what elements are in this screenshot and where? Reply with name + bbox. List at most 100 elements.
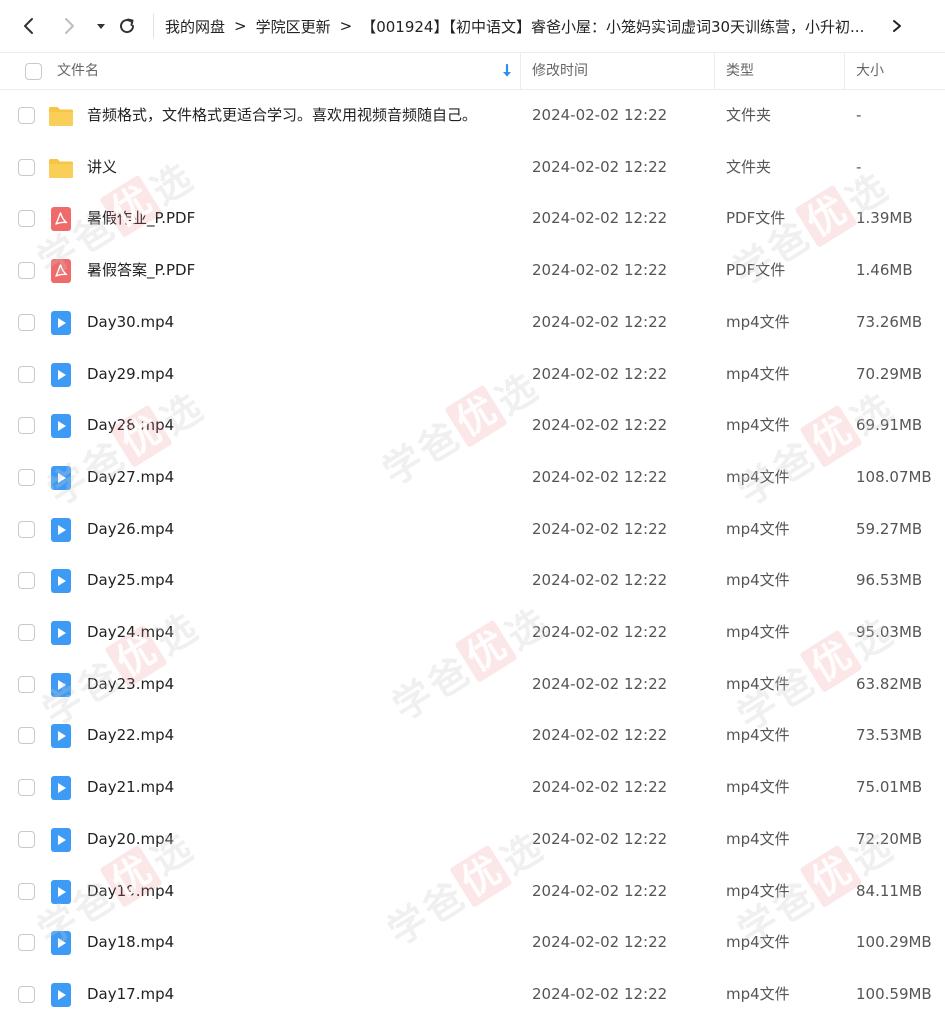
file-modified-date: 2024-02-02 12:22 (532, 209, 668, 228)
row-checkbox[interactable] (18, 727, 35, 745)
file-type: PDF文件 (726, 261, 786, 280)
file-size: 100.59MB (856, 984, 932, 1003)
column-header-modified[interactable]: 修改时间 (532, 53, 588, 89)
row-checkbox[interactable] (18, 675, 35, 693)
file-row[interactable]: Day22.mp4 2024-02-02 12:22 mp4文件 73.53MB (0, 710, 945, 762)
file-name[interactable]: Day28.mp4 (87, 400, 174, 452)
row-checkbox[interactable] (18, 830, 35, 848)
file-row[interactable]: 暑假答案_P.PDF 2024-02-02 12:22 PDF文件 1.46MB (0, 245, 945, 297)
video-icon (51, 982, 71, 1007)
file-row[interactable]: 音频格式，文件格式更适合学习。喜欢用视频音频随自己。 2024-02-02 12:… (0, 90, 945, 142)
column-divider[interactable] (714, 53, 715, 89)
file-row[interactable]: 讲义 2024-02-02 12:22 文件夹 - (0, 142, 945, 194)
file-row[interactable]: Day23.mp4 2024-02-02 12:22 mp4文件 63.82MB (0, 659, 945, 711)
file-type: 文件夹 (726, 106, 772, 124)
file-size: 1.46MB (856, 261, 913, 280)
chevron-right-icon (893, 20, 901, 32)
file-name[interactable]: Day27.mp4 (87, 452, 174, 504)
file-row[interactable]: Day26.mp4 2024-02-02 12:22 mp4文件 59.27MB (0, 504, 945, 556)
file-name[interactable]: 讲义 (87, 142, 117, 194)
file-modified-date: 2024-02-02 12:22 (532, 261, 668, 280)
row-checkbox[interactable] (18, 417, 35, 435)
history-dropdown-button[interactable] (87, 12, 115, 40)
row-checkbox[interactable] (18, 520, 35, 538)
file-row[interactable]: Day24.mp4 2024-02-02 12:22 mp4文件 95.03MB (0, 607, 945, 659)
file-type: mp4文件 (726, 829, 790, 848)
file-type: 文件夹 (726, 157, 772, 176)
row-checkbox[interactable] (18, 468, 35, 486)
chevron-right-icon (65, 18, 74, 34)
back-button[interactable] (15, 12, 43, 40)
file-type: mp4文件 (726, 364, 790, 383)
breadcrumb-more-button[interactable] (885, 14, 909, 38)
refresh-button[interactable] (113, 12, 141, 40)
file-name[interactable]: Day30.mp4 (87, 297, 174, 349)
row-checkbox[interactable] (18, 882, 35, 900)
file-name[interactable]: Day19.mp4 (87, 866, 174, 918)
file-modified-date: 2024-02-02 12:22 (532, 312, 668, 331)
file-size: 96.53MB (856, 571, 923, 590)
file-modified-date: 2024-02-02 12:22 (532, 674, 668, 693)
sort-down-arrow-icon[interactable] (500, 63, 514, 79)
file-name[interactable]: Day21.mp4 (87, 762, 174, 814)
file-name[interactable]: Day25.mp4 (87, 555, 174, 607)
breadcrumb-separator: > (339, 17, 353, 35)
column-header-name[interactable]: 文件名 (57, 53, 99, 89)
row-checkbox[interactable] (18, 107, 35, 124)
row-checkbox[interactable] (18, 365, 35, 383)
breadcrumb-item-current-folder[interactable]: 【001924】【初中语文】睿爸小屋：小笼妈实词虚词30天训练营，小升初... (361, 16, 864, 37)
file-row[interactable]: Day19.mp4 2024-02-02 12:22 mp4文件 84.11MB (0, 866, 945, 918)
file-row[interactable]: Day28.mp4 2024-02-02 12:22 mp4文件 69.91MB (0, 400, 945, 452)
file-row[interactable]: Day25.mp4 2024-02-02 12:22 mp4文件 96.53MB (0, 555, 945, 607)
file-name[interactable]: 音频格式，文件格式更适合学习。喜欢用视频音频随自己。 (87, 90, 477, 142)
file-name[interactable]: Day17.mp4 (87, 969, 174, 1021)
file-name[interactable]: 暑假答案_P.PDF (87, 245, 195, 297)
file-row[interactable]: Day21.mp4 2024-02-02 12:22 mp4文件 75.01MB (0, 762, 945, 814)
column-header-size[interactable]: 大小 (856, 53, 884, 89)
video-icon (51, 672, 71, 697)
breadcrumb-item-my-drive[interactable]: 我的网盘 (165, 16, 225, 37)
file-type: mp4文件 (726, 984, 790, 1003)
file-row[interactable]: Day30.mp4 2024-02-02 12:22 mp4文件 73.26MB (0, 297, 945, 349)
file-type: mp4文件 (726, 778, 790, 797)
file-row[interactable]: Day27.mp4 2024-02-02 12:22 mp4文件 108.07MB (0, 452, 945, 504)
file-name[interactable]: Day23.mp4 (87, 659, 174, 711)
column-divider[interactable] (844, 53, 845, 89)
chevron-left-icon (24, 18, 33, 34)
row-checkbox[interactable] (18, 572, 35, 590)
file-name[interactable]: Day22.mp4 (87, 710, 174, 762)
row-checkbox[interactable] (18, 262, 35, 280)
file-name[interactable]: 暑假作业_P.PDF (87, 193, 195, 245)
file-modified-date: 2024-02-02 12:22 (532, 571, 668, 590)
file-type: mp4文件 (726, 571, 790, 590)
column-header-type[interactable]: 类型 (726, 53, 754, 89)
forward-button[interactable] (55, 12, 83, 40)
file-name[interactable]: Day20.mp4 (87, 814, 174, 866)
row-checkbox[interactable] (18, 985, 35, 1003)
file-modified-date: 2024-02-02 12:22 (532, 157, 668, 176)
breadcrumb: 我的网盘 > 学院区更新 > 【001924】【初中语文】睿爸小屋：小笼妈实词虚… (165, 0, 915, 52)
row-checkbox[interactable] (18, 624, 35, 641)
file-row[interactable]: 暑假作业_P.PDF 2024-02-02 12:22 PDF文件 1.39MB (0, 193, 945, 245)
row-checkbox[interactable] (18, 779, 35, 797)
file-name[interactable]: Day18.mp4 (87, 917, 174, 969)
file-modified-date: 2024-02-02 12:22 (532, 829, 668, 848)
row-checkbox[interactable] (18, 934, 35, 952)
file-row[interactable]: Day20.mp4 2024-02-02 12:22 mp4文件 72.20MB (0, 814, 945, 866)
file-name[interactable]: Day24.mp4 (87, 607, 174, 659)
file-row[interactable]: Day18.mp4 2024-02-02 12:22 mp4文件 100.29MB (0, 917, 945, 969)
select-all-checkbox[interactable] (25, 63, 42, 80)
row-checkbox[interactable] (18, 210, 35, 228)
file-row[interactable]: Day29.mp4 2024-02-02 12:22 mp4文件 70.29MB (0, 349, 945, 401)
file-modified-date: 2024-02-02 12:22 (532, 467, 668, 486)
video-icon (51, 931, 71, 956)
row-checkbox[interactable] (18, 158, 35, 176)
video-icon (51, 621, 71, 645)
column-divider[interactable] (520, 53, 521, 89)
breadcrumb-item-updates[interactable]: 学院区更新 (256, 16, 331, 37)
file-name[interactable]: Day29.mp4 (87, 349, 174, 401)
row-checkbox[interactable] (18, 313, 35, 331)
file-manager-window: 我的网盘 > 学院区更新 > 【001924】【初中语文】睿爸小屋：小笼妈实词虚… (0, 0, 945, 1024)
file-name[interactable]: Day26.mp4 (87, 504, 174, 556)
file-row[interactable]: Day17.mp4 2024-02-02 12:22 mp4文件 100.59MB (0, 969, 945, 1021)
